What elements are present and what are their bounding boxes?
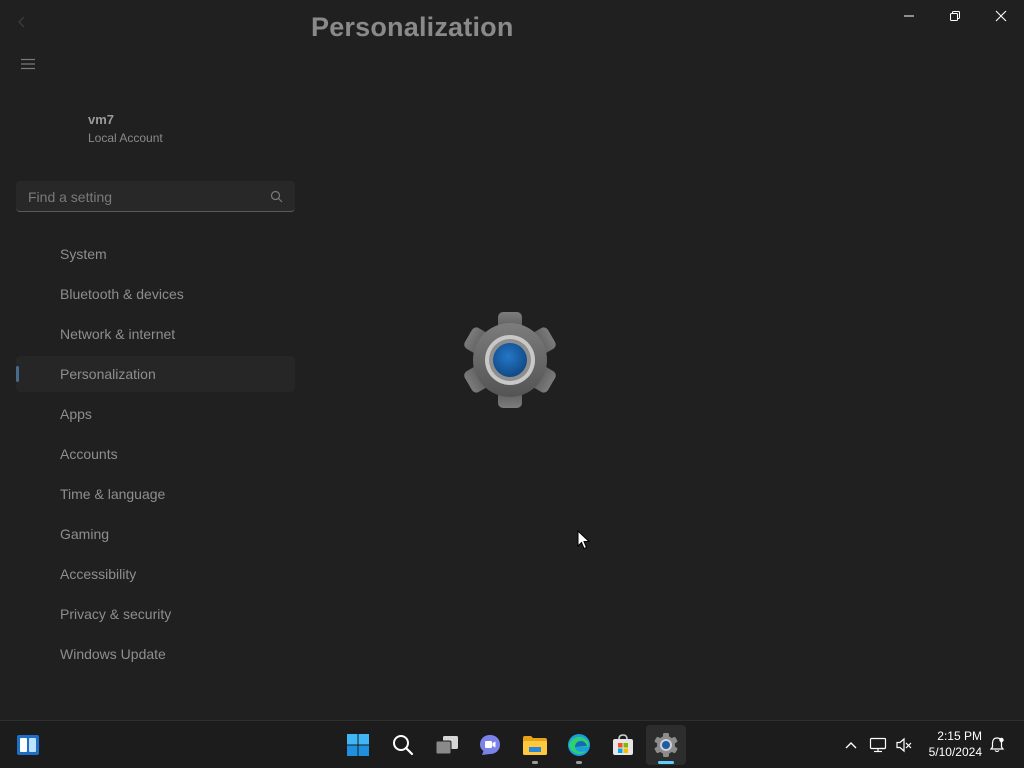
file-explorer-button[interactable] — [515, 725, 555, 765]
nav-item-personalization[interactable]: Personalization — [16, 356, 295, 392]
nav-item-label: Windows Update — [60, 646, 166, 662]
search-icon — [393, 735, 414, 756]
nav-item-bluetooth-devices[interactable]: Bluetooth & devices — [16, 276, 295, 312]
nav-item-label: Time & language — [60, 486, 166, 502]
start-button[interactable] — [338, 725, 378, 765]
taskbar: 2:15 PM 5/10/2024 — [0, 720, 1024, 768]
settings-splash — [458, 312, 562, 413]
clock-date: 5/10/2024 — [928, 745, 982, 759]
teams-chat-icon — [480, 735, 500, 755]
network-button[interactable] — [866, 731, 890, 759]
clock-time: 2:15 PM — [937, 729, 982, 743]
close-icon — [995, 10, 1007, 22]
clock[interactable]: 2:15 PM 5/10/2024 — [929, 728, 982, 760]
minimize-button[interactable] — [886, 0, 932, 32]
edge-icon — [568, 734, 590, 756]
task-view-icon — [435, 736, 458, 755]
page-title: Personalization — [311, 12, 514, 42]
nav-item-time-language[interactable]: Time & language — [16, 476, 295, 512]
settings-icon — [654, 733, 678, 757]
chevron-up-icon — [845, 742, 857, 749]
nav-item-apps[interactable]: Apps — [16, 396, 295, 432]
nav-item-accessibility[interactable]: Accessibility — [16, 556, 295, 592]
chat-button[interactable] — [470, 725, 510, 765]
file-explorer-icon — [523, 736, 547, 755]
nav-item-label: Accounts — [60, 446, 118, 462]
minimize-icon — [904, 15, 914, 17]
taskbar-search-button[interactable] — [383, 725, 423, 765]
running-indicator — [576, 761, 582, 764]
nav-item-label: Gaming — [60, 526, 110, 542]
store-icon — [613, 734, 633, 755]
show-hidden-icons-button[interactable] — [839, 731, 863, 759]
nav-item-network-internet[interactable]: Network & internet — [16, 316, 295, 352]
active-indicator — [658, 761, 674, 764]
volume-button[interactable] — [892, 731, 916, 759]
nav-item-windows-update[interactable]: Windows Update — [16, 636, 295, 672]
user-account-type: Local Account — [88, 131, 163, 145]
nav-item-label: Accessibility — [60, 566, 137, 582]
search-icon[interactable] — [270, 190, 283, 203]
nav-item-privacy-security[interactable]: Privacy & security — [16, 596, 295, 632]
nav-item-label: System — [60, 246, 107, 262]
task-view-button[interactable] — [427, 725, 467, 765]
close-button[interactable] — [978, 0, 1024, 32]
nav-item-label: Personalization — [60, 366, 156, 382]
search-box[interactable] — [16, 181, 295, 212]
nav-item-label: Bluetooth & devices — [60, 286, 184, 302]
start-icon — [347, 734, 369, 756]
settings-gear-icon — [464, 312, 556, 408]
nav-item-label: Apps — [60, 406, 92, 422]
user-name: vm7 — [88, 112, 115, 127]
back-button[interactable] — [8, 10, 36, 34]
network-icon — [869, 737, 887, 753]
notifications-button[interactable] — [985, 731, 1009, 759]
nav-item-gaming[interactable]: Gaming — [16, 516, 295, 552]
mouse-cursor-icon — [577, 530, 591, 550]
nav-item-accounts[interactable]: Accounts — [16, 436, 295, 472]
nav-item-label: Network & internet — [60, 326, 176, 342]
settings-window: Personalization vm7 Local Account Find a… — [0, 0, 1024, 720]
back-arrow-icon — [18, 16, 25, 28]
widgets-button[interactable] — [8, 725, 48, 765]
volume-muted-icon — [896, 737, 912, 753]
restore-button[interactable] — [932, 0, 978, 32]
restore-icon — [950, 11, 960, 21]
edge-button[interactable] — [559, 725, 599, 765]
nav-menu-button[interactable] — [14, 52, 42, 76]
search-input[interactable] — [26, 186, 260, 208]
nav-item-label: Privacy & security — [60, 606, 172, 622]
store-button[interactable] — [603, 725, 643, 765]
running-indicator — [532, 761, 538, 764]
hamburger-icon — [21, 58, 35, 70]
settings-taskbar-button[interactable] — [646, 725, 686, 765]
notifications-icon — [989, 737, 1005, 753]
widgets-icon — [17, 735, 39, 755]
nav-item-system[interactable]: System — [16, 236, 295, 272]
selected-indicator — [16, 366, 19, 382]
